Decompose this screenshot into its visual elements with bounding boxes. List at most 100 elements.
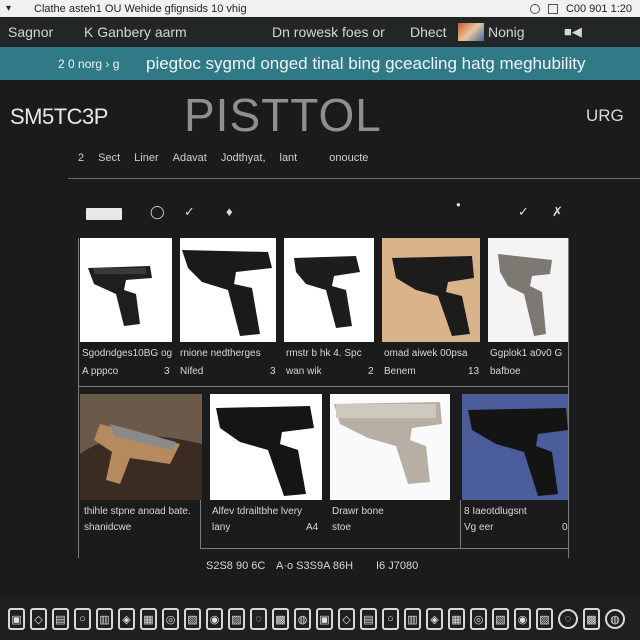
product-title[interactable]: 8 Iaeotdlugsnt xyxy=(464,506,527,517)
product-title[interactable]: Sgodndges10BG og xyxy=(82,348,172,359)
top-nav: Sagnor K Ganbery aarm Dn rowesk foes or … xyxy=(0,17,640,47)
circle-icon[interactable] xyxy=(529,3,540,14)
app-icon[interactable]: ▣ xyxy=(316,608,333,630)
pistol-icon xyxy=(180,238,276,342)
nav-icons[interactable]: ■◀ xyxy=(564,24,582,40)
app-icon[interactable]: ▥ xyxy=(96,608,113,630)
product-image[interactable] xyxy=(180,238,276,342)
wrench-icon[interactable]: ◯ xyxy=(150,204,165,220)
pistol-icon xyxy=(462,394,568,500)
product-image[interactable] xyxy=(80,394,202,500)
brand-logo[interactable]: SM5TC3P xyxy=(10,104,108,130)
product-title[interactable]: rmstr b hk 4. Spc xyxy=(286,348,362,359)
product-count: 0 xyxy=(562,522,568,533)
product-title[interactable]: Ggplok1 a0v0 G xyxy=(490,348,562,359)
product-image[interactable] xyxy=(330,394,450,500)
product-meta: lany xyxy=(212,522,231,533)
app-icon[interactable]: ▤ xyxy=(360,608,377,630)
subnav-item[interactable]: Jodthyat, xyxy=(221,152,266,164)
window-title: Clathe asteh1 OU Wehide gfignsids 10 vhi… xyxy=(34,2,247,15)
grid-line xyxy=(78,238,79,558)
product-title[interactable]: Alfev tdrailtbhe lvery xyxy=(212,506,302,517)
nav-item[interactable]: Dhect xyxy=(410,24,447,40)
app-icon[interactable]: ◌ xyxy=(558,609,578,629)
banner-text[interactable]: piegtoc sygmd onged tinal bing gceacling… xyxy=(146,54,585,74)
subnav-item[interactable]: lant xyxy=(280,152,298,164)
app-icon[interactable]: ◉ xyxy=(206,608,223,630)
pistol-icon xyxy=(210,394,322,500)
square-icon[interactable] xyxy=(547,3,558,14)
tag-icon[interactable] xyxy=(86,208,122,220)
app-icon[interactable]: ◇ xyxy=(338,608,355,630)
product-image[interactable] xyxy=(488,238,568,342)
app-icon[interactable]: ▣ xyxy=(8,608,25,630)
banner-prefix: 2 0 norg › g xyxy=(58,56,120,71)
app-icon[interactable]: ◎ xyxy=(162,608,179,630)
app-icon[interactable]: ○ xyxy=(382,608,399,630)
product-image[interactable] xyxy=(382,238,480,342)
taskbar-dock: ▣ ◇ ▤ ○ ▥ ◈ ▦ ◎ ▧ ◉ ▨ ◌ ▩ ◍ ▣ ◇ ▤ ○ ▥ ◈ ▦ ◎ ▧ ◉ ▨ ◌ ▩ ◍ xyxy=(0,598,640,640)
sub-nav: 2 Sect Liner Adavat Jodthyat, lant onouc… xyxy=(78,152,382,164)
grid-line xyxy=(460,500,461,548)
grid-line xyxy=(568,238,569,558)
app-icon[interactable]: ◇ xyxy=(30,608,47,630)
app-icon[interactable]: ◈ xyxy=(118,608,135,630)
subnav-item[interactable]: Sect xyxy=(98,152,120,164)
product-meta: stoe xyxy=(332,522,351,533)
app-icon[interactable]: ◌ xyxy=(250,608,267,630)
app-icon[interactable]: ▧ xyxy=(184,608,201,630)
app-icon[interactable]: ▨ xyxy=(228,608,245,630)
nav-item[interactable]: Nonig xyxy=(488,24,525,40)
pen-icon[interactable]: ✓ xyxy=(518,204,529,220)
product-meta: Vg eer xyxy=(464,522,494,533)
product-meta: wan wik xyxy=(286,366,322,377)
subnav-item[interactable]: 2 xyxy=(78,152,84,164)
app-icon[interactable]: ◉ xyxy=(514,608,531,630)
subnav-item[interactable]: onoucte xyxy=(329,152,368,164)
header-link[interactable]: URG xyxy=(586,106,624,126)
nav-item[interactable]: Sagnor xyxy=(8,24,53,40)
pistol-icon xyxy=(330,394,450,500)
app-icon[interactable]: ▥ xyxy=(404,608,421,630)
pistol-icon xyxy=(382,238,480,342)
product-image[interactable] xyxy=(80,238,172,342)
product-count: 3 xyxy=(270,366,276,377)
product-image[interactable] xyxy=(284,238,374,342)
footer-text: I6 J7080 xyxy=(376,560,419,572)
footer-text: A·o S3S9A 86H xyxy=(276,560,354,572)
app-icon[interactable]: ◎ xyxy=(470,608,487,630)
grid-line xyxy=(200,548,568,549)
app-icon[interactable]: ▤ xyxy=(52,608,69,630)
subnav-item[interactable]: Adavat xyxy=(173,152,207,164)
product-image[interactable] xyxy=(210,394,322,500)
edit-icon[interactable]: ♦ xyxy=(226,204,233,219)
app-icon[interactable]: ◍ xyxy=(294,608,311,630)
product-count: A4 xyxy=(306,522,319,533)
pistol-icon xyxy=(284,238,374,342)
app-icon[interactable]: ◍ xyxy=(605,609,625,629)
product-image[interactable] xyxy=(462,394,568,500)
nav-item[interactable]: K Ganbery aarm xyxy=(84,24,187,40)
pen-icon[interactable]: ✗ xyxy=(552,204,563,220)
product-title[interactable]: rnione nedtherges xyxy=(180,348,261,359)
product-meta: Nifed xyxy=(180,366,204,377)
nav-item[interactable]: Dn rowesk foes or xyxy=(272,24,385,40)
app-icon[interactable]: ▧ xyxy=(492,608,509,630)
subnav-item[interactable]: Liner xyxy=(134,152,158,164)
product-title[interactable]: thihle stpne anoad bate. xyxy=(84,506,191,517)
app-icon[interactable]: ▩ xyxy=(272,608,289,630)
clock: C00 901 1:20 xyxy=(565,2,632,15)
product-title[interactable]: Drawr bone xyxy=(332,506,384,517)
dropdown-icon[interactable]: ▾ xyxy=(6,3,16,14)
announcement-banner: 2 0 norg › g piegtoc sygmd onged tinal b… xyxy=(0,47,640,80)
product-meta: Benem xyxy=(384,366,416,377)
app-icon[interactable]: ▦ xyxy=(140,608,157,630)
pencil-icon[interactable]: ✓ xyxy=(184,204,195,220)
app-icon[interactable]: ▨ xyxy=(536,608,553,630)
product-title[interactable]: omad aiwek 00psa xyxy=(384,348,467,359)
app-icon[interactable]: ◈ xyxy=(426,608,443,630)
nav-thumbnail[interactable] xyxy=(458,23,484,41)
app-icon[interactable]: ▦ xyxy=(448,608,465,630)
app-icon[interactable]: ○ xyxy=(74,608,91,630)
app-icon[interactable]: ▩ xyxy=(583,608,600,630)
